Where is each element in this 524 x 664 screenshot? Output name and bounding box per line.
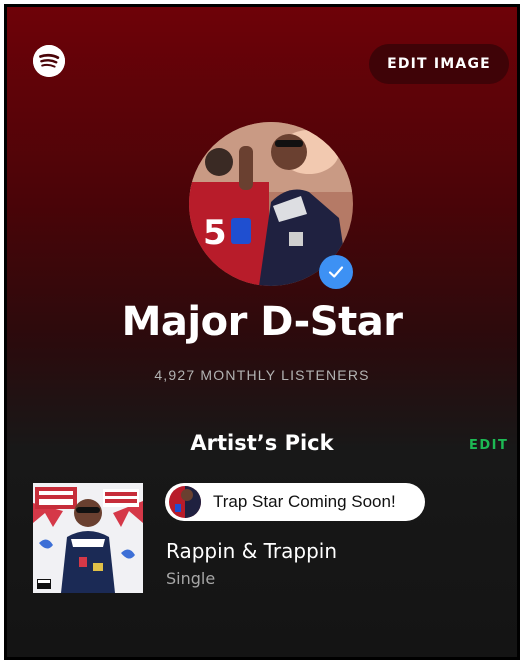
edit-image-button[interactable]: EDIT IMAGE (369, 44, 509, 84)
artist-name: Major D-Star (121, 299, 403, 345)
verified-badge-icon (319, 255, 353, 289)
monthly-listeners: 4,927 MONTHLY LISTENERS (154, 367, 370, 383)
artists-pick-heading: Artist’s Pick (190, 431, 334, 455)
track-cover-art[interactable] (33, 483, 143, 593)
track-type: Single (166, 569, 216, 588)
track-title[interactable]: Rappin & Trappin (166, 539, 337, 563)
artists-pick-comment: Trap Star Coming Soon! (165, 483, 425, 521)
artist-profile-screen: EDIT IMAGE 5 Major D-Star 4,927 MONTHLY … (4, 4, 520, 660)
spotify-logo-icon[interactable] (33, 45, 65, 77)
edit-artists-pick-button[interactable]: EDIT (469, 438, 508, 453)
artist-mini-avatar (169, 486, 201, 518)
artists-pick-comment-text: Trap Star Coming Soon! (213, 492, 396, 511)
svg-text:5: 5 (203, 213, 227, 253)
